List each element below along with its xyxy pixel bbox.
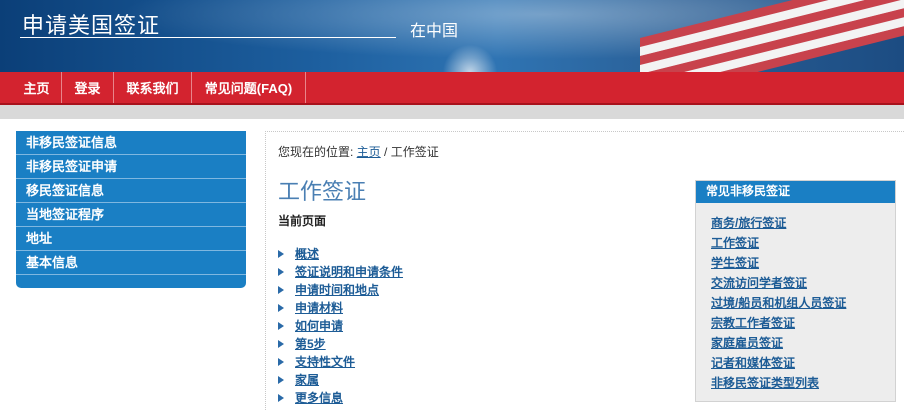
sidebar-item-nonimmigrant-info[interactable]: 非移民签证信息 bbox=[16, 131, 246, 155]
arrow-right-icon bbox=[278, 394, 284, 402]
common-visas-heading: 常见非移民签证 bbox=[696, 181, 895, 203]
list-item: 第5步 bbox=[278, 335, 403, 353]
list-item: 家属 bbox=[278, 371, 403, 389]
visa-link-visa-types-list[interactable]: 非移民签证类型列表 bbox=[711, 376, 819, 390]
arrow-right-icon bbox=[278, 286, 284, 294]
list-item: 记者和媒体签证 bbox=[711, 353, 895, 373]
page-title: 工作签证 bbox=[278, 180, 367, 205]
list-item: 过境/船员和机组人员签证 bbox=[711, 293, 895, 313]
section-link-time-place[interactable]: 申请时间和地点 bbox=[295, 283, 379, 297]
sidebar-menu: 非移民签证信息 非移民签证申请 移民签证信息 当地签证程序 地址 基本信息 bbox=[16, 131, 246, 288]
list-item: 签证说明和申请条件 bbox=[278, 263, 403, 281]
nav-login[interactable]: 登录 bbox=[62, 72, 114, 103]
list-item: 家庭雇员签证 bbox=[711, 333, 895, 353]
sidebar-item-nonimmigrant-apply[interactable]: 非移民签证申请 bbox=[16, 155, 246, 179]
list-item: 申请材料 bbox=[278, 299, 403, 317]
section-link-step-5[interactable]: 第5步 bbox=[295, 337, 326, 351]
arrow-right-icon bbox=[278, 340, 284, 348]
section-link-supporting-docs[interactable]: 支持性文件 bbox=[295, 355, 355, 369]
arrow-right-icon bbox=[278, 376, 284, 384]
section-link-more-info[interactable]: 更多信息 bbox=[295, 391, 343, 405]
visa-link-business-travel[interactable]: 商务/旅行签证 bbox=[711, 216, 786, 230]
us-flag-decoration bbox=[640, 0, 904, 72]
sidebar-item-address[interactable]: 地址 bbox=[16, 227, 246, 251]
section-link-requirements[interactable]: 签证说明和申请条件 bbox=[295, 265, 403, 279]
visa-link-exchange-visitor[interactable]: 交流访问学者签证 bbox=[711, 276, 807, 290]
visa-link-student[interactable]: 学生签证 bbox=[711, 256, 759, 270]
arrow-right-icon bbox=[278, 322, 284, 330]
list-item: 学生签证 bbox=[711, 253, 895, 273]
list-item: 如何申请 bbox=[278, 317, 403, 335]
breadcrumb-prefix: 您现在的位置: bbox=[278, 145, 357, 159]
section-link-overview[interactable]: 概述 bbox=[295, 247, 319, 261]
section-link-materials[interactable]: 申请材料 bbox=[295, 301, 343, 315]
visa-link-journalist-media[interactable]: 记者和媒体签证 bbox=[711, 356, 795, 370]
visa-link-religious-worker[interactable]: 宗教工作者签证 bbox=[711, 316, 795, 330]
section-link-dependents[interactable]: 家属 bbox=[295, 373, 319, 387]
common-visas-list: 商务/旅行签证 工作签证 学生签证 交流访问学者签证 过境/船员和机组人员签证 … bbox=[696, 203, 895, 393]
list-item: 非移民签证类型列表 bbox=[711, 373, 895, 393]
breadcrumb-separator: / bbox=[380, 145, 391, 159]
section-link-how-to-apply[interactable]: 如何申请 bbox=[295, 319, 343, 333]
nav-faq[interactable]: 常见问题(FAQ) bbox=[192, 72, 306, 103]
list-item: 支持性文件 bbox=[278, 353, 403, 371]
sidebar-item-immigrant-info[interactable]: 移民签证信息 bbox=[16, 179, 246, 203]
common-visas-box: 常见非移民签证 商务/旅行签证 工作签证 学生签证 交流访问学者签证 过境/船员… bbox=[695, 180, 896, 402]
list-item: 宗教工作者签证 bbox=[711, 313, 895, 333]
breadcrumb-home-link[interactable]: 主页 bbox=[357, 145, 381, 159]
arrow-right-icon bbox=[278, 358, 284, 366]
arrow-right-icon bbox=[278, 250, 284, 258]
top-nav: 主页 登录 联系我们 常见问题(FAQ) bbox=[0, 72, 904, 105]
section-link-list: 概述 签证说明和申请条件 申请时间和地点 申请材料 如何申请 第5步 支持性文件… bbox=[278, 245, 403, 407]
nav-shadow-strip bbox=[0, 105, 904, 119]
list-item: 概述 bbox=[278, 245, 403, 263]
header-banner: 申请美国签证 在中国 bbox=[0, 0, 904, 72]
sidebar-item-local-procedures[interactable]: 当地签证程序 bbox=[16, 203, 246, 227]
list-item: 工作签证 bbox=[711, 233, 895, 253]
arrow-right-icon bbox=[278, 304, 284, 312]
list-item: 申请时间和地点 bbox=[278, 281, 403, 299]
title-underline bbox=[20, 37, 396, 38]
nav-contact[interactable]: 联系我们 bbox=[114, 72, 192, 103]
visa-link-transit-crew[interactable]: 过境/船员和机组人员签证 bbox=[711, 296, 846, 310]
sidebar-item-basic-info[interactable]: 基本信息 bbox=[16, 251, 246, 275]
breadcrumb-current: 工作签证 bbox=[390, 145, 439, 159]
nav-home[interactable]: 主页 bbox=[12, 72, 62, 103]
arrow-right-icon bbox=[278, 268, 284, 276]
fireworks-decoration bbox=[440, 38, 500, 72]
current-page-label: 当前页面 bbox=[278, 214, 327, 228]
visa-link-domestic-employee[interactable]: 家庭雇员签证 bbox=[711, 336, 783, 350]
list-item: 商务/旅行签证 bbox=[711, 213, 895, 233]
breadcrumb: 您现在的位置: 主页 / 工作签证 bbox=[278, 143, 439, 160]
list-item: 更多信息 bbox=[278, 389, 403, 407]
list-item: 交流访问学者签证 bbox=[711, 273, 895, 293]
site-title: 申请美国签证 bbox=[22, 14, 161, 39]
site-subtitle: 在中国 bbox=[410, 21, 459, 40]
visa-link-work[interactable]: 工作签证 bbox=[711, 236, 759, 250]
